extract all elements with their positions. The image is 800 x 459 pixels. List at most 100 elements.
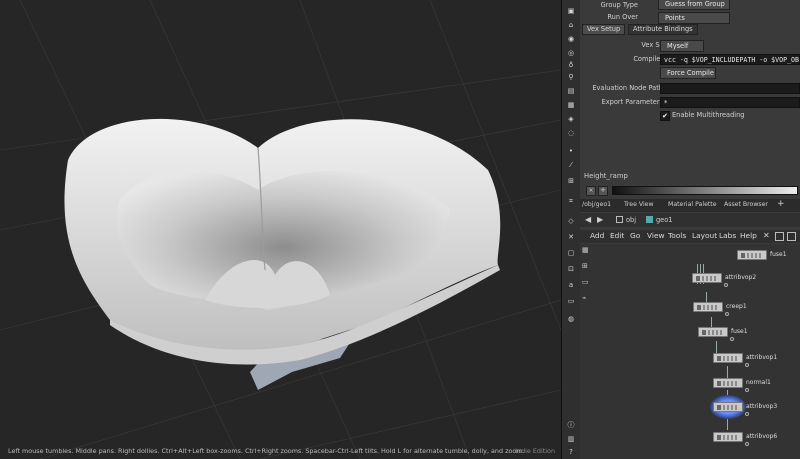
viewer-toolbar: ▣ ⌂ ◉ ◎ ♁ ⚲ ▤ ▦ ◈ ◌ • ⁄ ⊞ ⌗ ◇ ✕ ▢ ⊡ a ▭ … — [561, 0, 581, 459]
ghost-icon[interactable]: ◍ — [566, 314, 576, 324]
menu-help[interactable]: Help — [740, 230, 757, 242]
menu-edit[interactable]: Edit — [610, 230, 624, 242]
network-display-icon[interactable]: ▦ — [582, 246, 589, 254]
tab-tree-view[interactable]: Tree View — [624, 200, 654, 210]
node-attribvop1[interactable]: attribvop1 — [713, 353, 777, 367]
edition-label: Indie Edition — [515, 447, 555, 455]
node-box[interactable] — [737, 250, 767, 260]
dot-icon[interactable]: • — [566, 146, 576, 156]
heart-mesh — [64, 118, 501, 390]
node-normal1[interactable]: normal1 — [713, 378, 771, 392]
scene-viewport[interactable]: Left mouse tumbles. Middle pans. Right d… — [0, 0, 561, 459]
info-icon[interactable]: ⓘ — [566, 420, 576, 430]
tab-material-palette[interactable]: Material Palette — [668, 200, 717, 210]
node-box[interactable] — [698, 327, 728, 337]
wire-icon[interactable]: ◇ — [566, 216, 576, 226]
x-icon[interactable]: ✕ — [566, 232, 576, 242]
tab-obj-geo1[interactable]: /obj/geo1 — [582, 200, 611, 210]
network-menu-bar: Add Edit Go View Tools Layout Labs Help … — [580, 230, 800, 243]
export-parameters-label: Export Parameters — [601, 98, 663, 106]
tab-asset-browser[interactable]: Asset Browser — [724, 200, 768, 210]
force-compile-button[interactable]: Force Compile — [660, 67, 716, 79]
menu-tools[interactable]: Tools — [668, 230, 686, 242]
cube-icon[interactable]: ◈ — [566, 114, 576, 124]
menu-add[interactable]: Add — [590, 230, 604, 242]
help-icon[interactable]: ? — [566, 447, 576, 457]
node-attribvop6[interactable]: attribvop6 — [713, 432, 777, 446]
bounds-icon[interactable]: ▢ — [566, 248, 576, 258]
node-box[interactable] — [713, 402, 743, 412]
network-sticky-icon[interactable]: ▭ — [582, 278, 589, 286]
node-fuse1-top[interactable]: fuse1 — [737, 250, 787, 260]
export-parameters-field[interactable]: * — [660, 97, 800, 108]
ramp-gradient[interactable] — [612, 186, 798, 195]
globe-icon[interactable]: ◉ — [566, 34, 576, 44]
circle-icon[interactable]: ◌ — [566, 128, 576, 138]
menu-labs[interactable]: Labs — [719, 230, 736, 242]
network-toolbar: ▦ ⊞ ▭ ⌁ — [582, 246, 592, 456]
list-view-icon[interactable] — [787, 232, 796, 241]
add-pane-tab-button[interactable]: + — [777, 200, 785, 210]
node-fuse1[interactable]: fuse1 — [698, 327, 748, 341]
node-label: attribvop1 — [746, 354, 778, 361]
evaluation-node-path-row: Evaluation Node Path — [580, 83, 800, 95]
eye-icon[interactable]: ◎ — [566, 48, 576, 58]
node-box[interactable] — [713, 353, 743, 363]
tools-icon[interactable]: ✕ — [763, 231, 770, 240]
camera-icon[interactable]: ▤ — [566, 86, 576, 96]
ramp-add-button[interactable]: + — [598, 186, 608, 196]
grid-icon[interactable]: ⊡ — [566, 264, 576, 274]
viewport-canvas[interactable] — [0, 0, 561, 459]
light-icon[interactable]: ♁ — [566, 60, 576, 70]
settings-icon[interactable]: ▥ — [566, 434, 576, 444]
node-label: fuse1 — [731, 328, 748, 335]
node-output-dot — [730, 337, 734, 341]
grid-view-icon[interactable] — [775, 232, 784, 241]
group-type-row: Group Type Guess from Group — [580, 0, 800, 12]
pin-icon[interactable]: ⚲ — [566, 72, 576, 82]
back-arrow-icon[interactable]: ◀ — [585, 215, 591, 224]
abc-icon[interactable]: a — [566, 280, 576, 290]
run-over-dropdown[interactable]: Points — [658, 12, 730, 24]
menu-layout[interactable]: Layout — [692, 230, 717, 242]
forward-arrow-icon[interactable]: ▶ — [597, 215, 603, 224]
run-over-label: Run Over — [607, 13, 638, 21]
evaluation-node-path-field[interactable] — [660, 83, 800, 94]
node-output-dot — [745, 412, 749, 416]
node-box[interactable] — [693, 302, 723, 312]
node-box[interactable] — [692, 273, 722, 283]
compiler-field[interactable]: vcc -q $VOP_INCLUDEPATH -o $VOP_OBJECTFI… — [660, 54, 800, 65]
node-box[interactable] — [713, 378, 743, 388]
ramp-remove-button[interactable]: × — [586, 186, 596, 196]
brush-icon[interactable]: ⁄ — [566, 160, 576, 170]
node-attribvop2[interactable]: attribvop2 — [692, 273, 756, 287]
network-dependency-icon[interactable]: ⌁ — [582, 294, 586, 302]
tab-vex-setup[interactable]: Vex Setup — [582, 24, 626, 35]
export-parameters-row: Export Parameters * — [580, 97, 800, 109]
menu-go[interactable]: Go — [630, 230, 640, 242]
path-bar: ◀ ▶ obj geo1 — [580, 213, 800, 227]
compiler-row: Compiler vcc -q $VOP_INCLUDEPATH -o $VOP… — [580, 54, 800, 66]
path-geo1[interactable]: geo1 — [656, 216, 672, 224]
tag-icon[interactable]: ▭ — [566, 296, 576, 306]
link-icon[interactable]: ⊞ — [566, 176, 576, 186]
run-over-row: Run Over Points — [580, 12, 800, 24]
network-layout-icon[interactable]: ⊞ — [582, 262, 588, 270]
home-icon[interactable]: ⌂ — [566, 20, 576, 30]
lock-icon[interactable]: ▣ — [566, 6, 576, 16]
group-type-dropdown[interactable]: Guess from Group — [658, 0, 730, 10]
tab-attribute-bindings[interactable]: Attribute Bindings — [628, 24, 698, 35]
network-editor[interactable]: ▦ ⊞ ▭ ⌁ fuse1 attribvop2 creep1 fuse1 at… — [580, 244, 800, 459]
node-box[interactable] — [713, 432, 743, 442]
select-icon[interactable]: ▦ — [566, 100, 576, 110]
vex-source-dropdown[interactable]: Myself — [660, 40, 704, 52]
node-creep1[interactable]: creep1 — [693, 302, 747, 316]
node-attribvop3[interactable]: attribvop3 — [710, 395, 777, 419]
multithreading-label: Enable Multithreading — [672, 111, 745, 119]
path-obj[interactable]: obj — [626, 216, 636, 224]
multithreading-row: ✔ Enable Multithreading — [580, 110, 800, 122]
menu-view[interactable]: View — [647, 230, 665, 242]
snap-icon[interactable]: ⌗ — [566, 196, 576, 206]
geo-node-icon — [646, 216, 653, 223]
multithreading-checkbox[interactable]: ✔ — [660, 111, 670, 121]
